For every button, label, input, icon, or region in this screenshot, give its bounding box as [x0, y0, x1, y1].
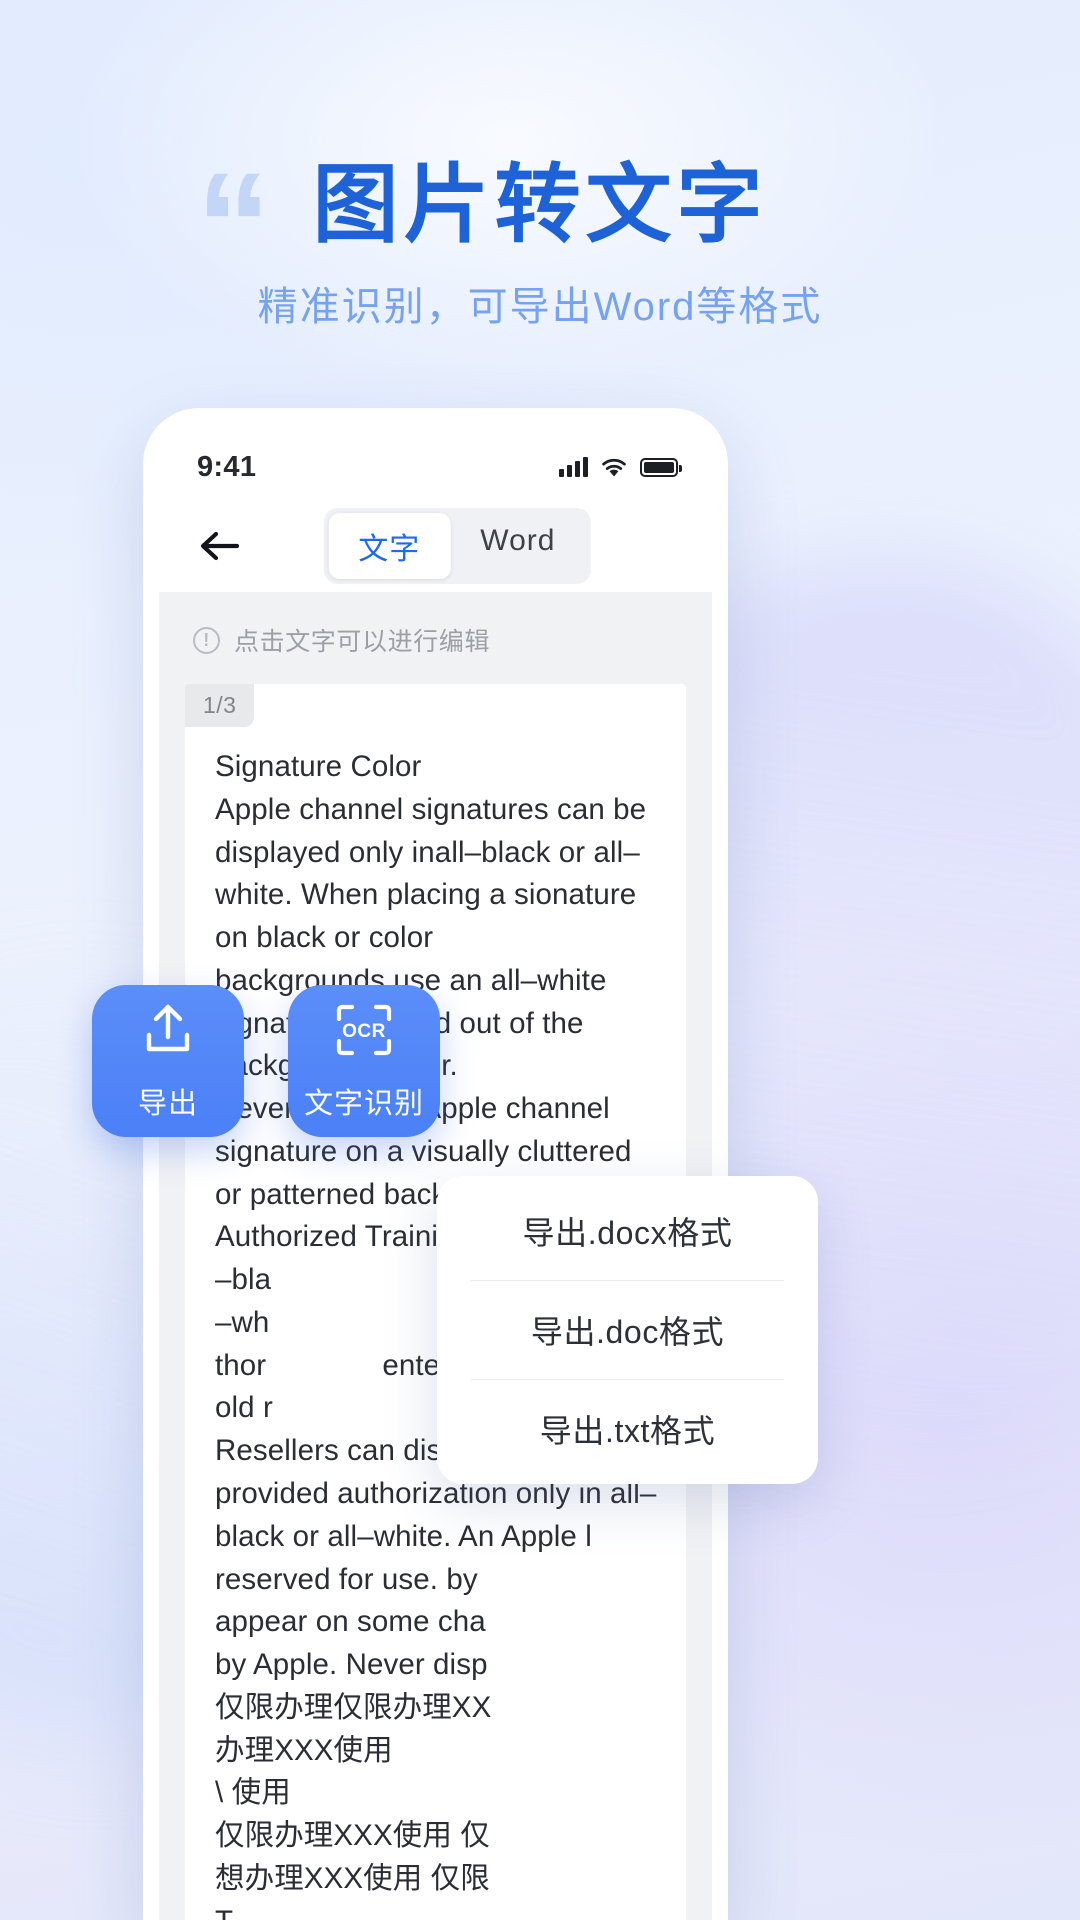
- hero-header: “ 图片转文字 精准识别，可导出Word等格式: [0, 150, 1080, 332]
- export-format-menu[interactable]: 导出.docx格式 导出.doc格式 导出.txt格式: [437, 1176, 818, 1484]
- upload-export-icon: [139, 1001, 197, 1064]
- cellular-signal-icon: [559, 457, 588, 477]
- battery-full-icon: [640, 457, 682, 477]
- tab-text[interactable]: 文字: [328, 513, 451, 579]
- status-bar: 9:41: [159, 424, 712, 500]
- svg-text:OCR: OCR: [342, 1021, 386, 1042]
- phone-mockup: 9:41 文字 Word ! 点击文字可以进行编辑 1/3 Signature …: [143, 408, 728, 1920]
- ocr-fab-button[interactable]: OCR 文字识别: [288, 985, 440, 1137]
- view-mode-segmented-control[interactable]: 文字 Word: [323, 508, 591, 584]
- page-indicator-badge: 1/3: [185, 684, 255, 727]
- status-icons: [559, 457, 682, 478]
- export-docx-item[interactable]: 导出.docx格式: [437, 1182, 818, 1280]
- page-title: 图片转文字: [312, 157, 768, 253]
- ocr-fab-label: 文字识别: [303, 1087, 424, 1120]
- export-fab-button[interactable]: 导出: [92, 985, 244, 1137]
- nav-bar: 文字 Word: [159, 500, 712, 592]
- export-doc-item[interactable]: 导出.doc格式: [437, 1281, 818, 1379]
- page-subtitle: 精准识别，可导出Word等格式: [257, 285, 823, 330]
- promo-page: “ 图片转文字 精准识别，可导出Word等格式 9:41 文字 Word ! 点…: [0, 0, 1080, 1920]
- wifi-icon: [600, 457, 628, 478]
- export-fab-label: 导出: [137, 1087, 198, 1120]
- edit-hint-text: 点击文字可以进行编辑: [234, 628, 491, 656]
- edit-hint: ! 点击文字可以进行编辑: [159, 592, 712, 684]
- back-arrow-icon[interactable]: [193, 519, 247, 573]
- export-txt-item[interactable]: 导出.txt格式: [437, 1380, 818, 1478]
- ocr-scan-icon: OCR: [333, 1001, 395, 1064]
- status-time: 9:41: [197, 450, 257, 483]
- phone-screen: 9:41 文字 Word ! 点击文字可以进行编辑 1/3 Signature …: [159, 424, 712, 1920]
- info-circle-icon: !: [193, 626, 220, 654]
- tab-word[interactable]: Word: [450, 513, 585, 579]
